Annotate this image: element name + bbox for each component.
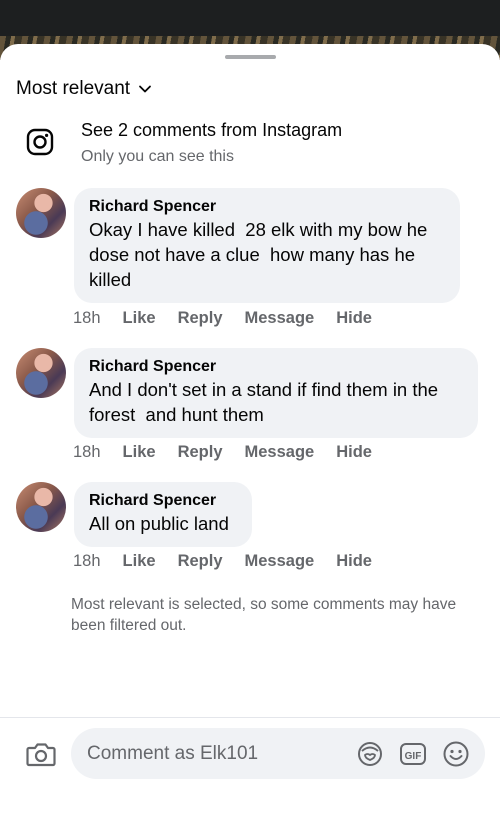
comment-text: All on public land xyxy=(89,513,229,534)
instagram-link-title: See 2 comments from Instagram xyxy=(81,120,343,140)
svg-text:GIF: GIF xyxy=(405,751,422,762)
comment-author[interactable]: Richard Spencer xyxy=(89,357,463,377)
hide-button[interactable]: Hide xyxy=(336,552,372,571)
divider xyxy=(0,717,500,718)
like-button[interactable]: Like xyxy=(123,443,156,462)
comment-author[interactable]: Richard Spencer xyxy=(89,491,237,511)
chevron-down-icon xyxy=(139,85,151,93)
avatar[interactable] xyxy=(16,482,66,532)
instagram-link-subtitle: Only you can see this xyxy=(81,148,234,165)
gif-icon[interactable]: GIF xyxy=(399,740,427,768)
comment-time[interactable]: 18h xyxy=(73,309,101,328)
hide-button[interactable]: Hide xyxy=(336,443,372,462)
sort-dropdown[interactable]: Most relevant xyxy=(16,78,152,100)
drag-handle[interactable] xyxy=(225,55,276,59)
comments-sheet: Most relevant See 2 comments from Instag… xyxy=(0,44,500,830)
reply-button[interactable]: Reply xyxy=(178,552,223,571)
instagram-comments-link[interactable]: See 2 comments from Instagram Only you c… xyxy=(26,120,486,170)
comment-time[interactable]: 18h xyxy=(73,443,101,462)
avatar-sticker-icon[interactable] xyxy=(356,740,384,768)
reply-button[interactable]: Reply xyxy=(178,309,223,328)
sort-label: Most relevant xyxy=(16,78,131,99)
avatar[interactable] xyxy=(16,188,66,238)
message-button[interactable]: Message xyxy=(245,309,315,328)
hide-button[interactable]: Hide xyxy=(336,309,372,328)
emoji-icon[interactable] xyxy=(442,740,470,768)
comment-text: And I don't set in a stand if find them … xyxy=(89,379,439,425)
comment-actions: 18h Like Reply Message Hide xyxy=(73,309,394,328)
comment-text: Okay I have killed 28 elk with my bow he… xyxy=(89,219,428,290)
comment-actions: 18h Like Reply Message Hide xyxy=(73,443,394,462)
message-button[interactable]: Message xyxy=(245,443,315,462)
like-button[interactable]: Like xyxy=(123,552,156,571)
comment-author[interactable]: Richard Spencer xyxy=(89,197,445,217)
avatar[interactable] xyxy=(16,348,66,398)
comment-input[interactable] xyxy=(87,728,347,779)
message-button[interactable]: Message xyxy=(245,552,315,571)
reply-button[interactable]: Reply xyxy=(178,443,223,462)
comment-bubble[interactable]: Richard Spencer And I don't set in a sta… xyxy=(74,348,478,438)
comment-time[interactable]: 18h xyxy=(73,552,101,571)
comment-composer: GIF xyxy=(71,728,485,779)
comment-actions: 18h Like Reply Message Hide xyxy=(73,552,394,571)
filter-notice: Most relevant is selected, so some comme… xyxy=(71,596,457,634)
comment-bubble[interactable]: Richard Spencer Okay I have killed 28 el… xyxy=(74,188,460,303)
camera-icon[interactable] xyxy=(26,741,56,767)
comment-bubble[interactable]: Richard Spencer All on public land xyxy=(74,482,252,547)
instagram-icon xyxy=(26,128,54,156)
like-button[interactable]: Like xyxy=(123,309,156,328)
